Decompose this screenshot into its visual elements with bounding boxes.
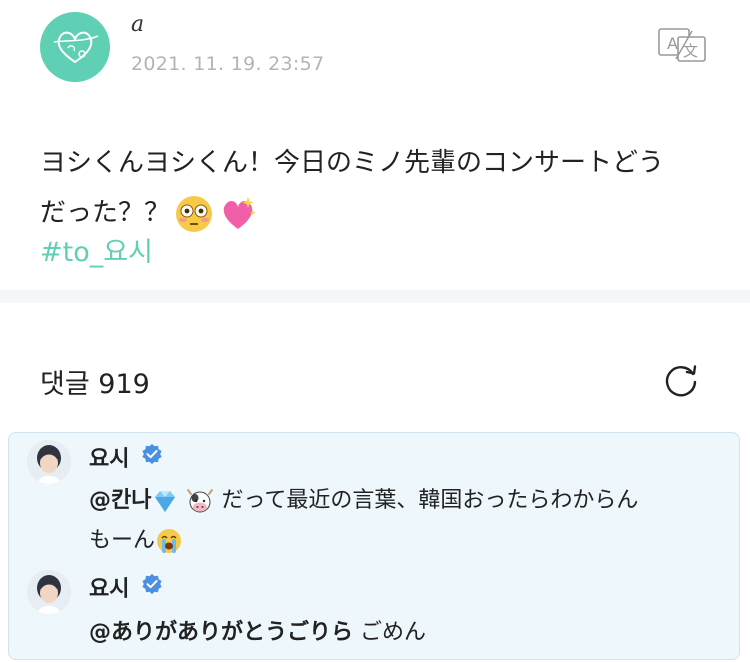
section-divider: [0, 290, 750, 303]
verified-badge-icon: [142, 444, 162, 464]
comment-1-line-1-text: だって最近の言葉、韓国おったらわからん: [221, 488, 639, 513]
artist-comments-panel: 요시 @칸나 だって最近の言葉、韓国おったらわからん もーん 요시 @ありがあり…: [8, 432, 740, 660]
post-text-line-2-text: だった？？: [40, 198, 171, 228]
comment-2-avatar[interactable]: [27, 570, 71, 614]
post-detail-screen: a 2021. 11. 19. 23:57 A 文 ヨシくんヨシくん！今日のミノ…: [0, 0, 750, 662]
author-avatar[interactable]: [40, 12, 110, 82]
comment-2-mention[interactable]: @ありがありがとうごりら: [89, 620, 353, 645]
comment-1-avatar[interactable]: [27, 440, 71, 484]
sparkling-heart-icon: [223, 196, 256, 229]
translate-button[interactable]: A 文: [658, 28, 706, 62]
comment-2-line-1-text: ごめん: [360, 620, 427, 645]
comment-1-line-2-text: もーん: [89, 528, 156, 553]
comment-1-text: @칸나 だって最近の言葉、韓国おったらわからん もーん: [89, 481, 729, 561]
verified-badge-icon: [142, 574, 162, 594]
comment-1-line-2: もーん: [89, 521, 729, 561]
refresh-icon: [665, 365, 697, 397]
refresh-comments-button[interactable]: [662, 361, 700, 399]
artist-photo-icon: [27, 570, 71, 614]
comment-2-author[interactable]: 요시: [89, 571, 129, 603]
translate-icon: A 文: [658, 28, 706, 62]
loudly-crying-face-icon: [157, 529, 182, 553]
post-body: ヨシくんヨシくん！今日のミノ先輩のコンサートどう だった？？: [40, 138, 720, 238]
post-text-line-1: ヨシくんヨシくん！今日のミノ先輩のコンサートどう: [40, 148, 665, 178]
post-timestamp: 2021. 11. 19. 23:57: [131, 53, 325, 75]
gem-stone-icon: [155, 491, 176, 512]
heart-doodle-icon: [53, 31, 99, 64]
artist-photo-icon: [27, 440, 71, 484]
svg-text:A: A: [667, 34, 678, 53]
post-hashtag-link[interactable]: #to_요시: [40, 230, 153, 269]
comment-1-author[interactable]: 요시: [89, 441, 129, 473]
comments-count-title: 댓글 919: [40, 369, 150, 400]
comment-2-text: @ありがありがとうごりら ごめん: [89, 613, 729, 653]
cow-face-icon: [187, 489, 214, 513]
comment-1-mention[interactable]: @칸나: [89, 488, 151, 513]
comment-1-line-1: @칸나 だって最近の言葉、韓国おったらわからん: [89, 481, 729, 521]
svg-text:文: 文: [683, 42, 698, 60]
author-name[interactable]: a: [131, 12, 144, 37]
flushed-face-icon: [176, 195, 213, 232]
